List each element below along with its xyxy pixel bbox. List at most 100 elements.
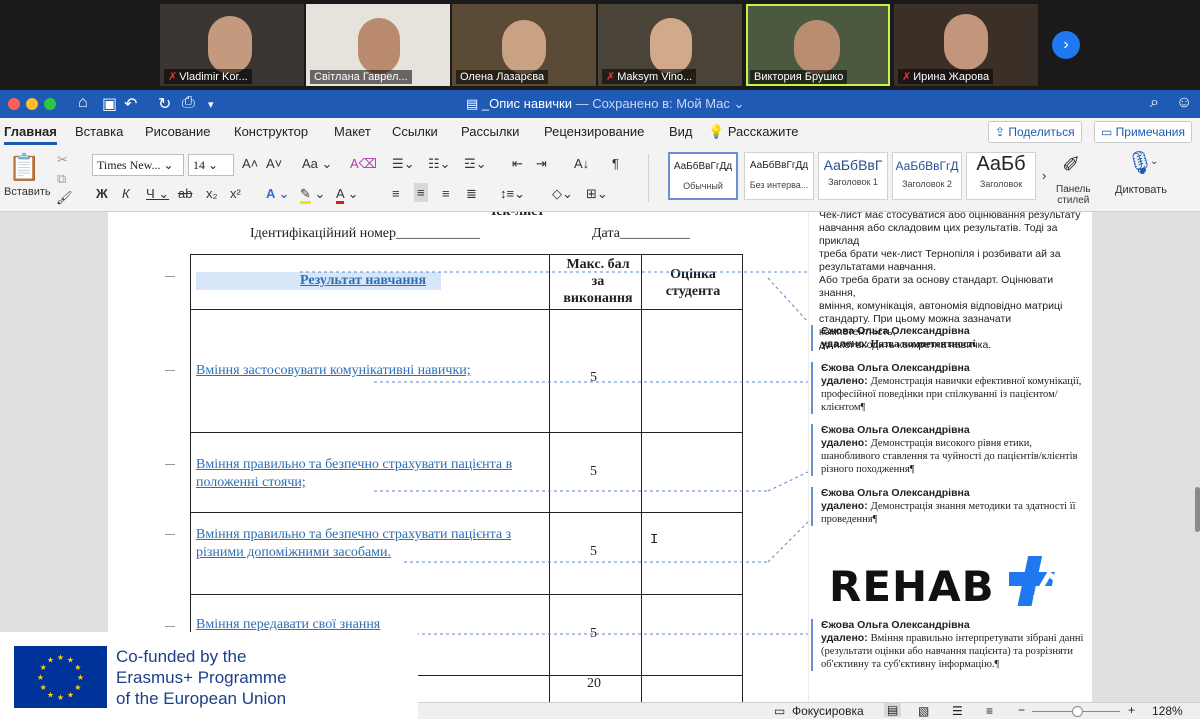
vertical-scrollbar-thumb[interactable] [1195, 487, 1200, 532]
highlight-icon[interactable]: ✎ ⌄ [300, 186, 325, 204]
draft-view-icon[interactable]: ≡ [986, 704, 993, 718]
participant-face [794, 20, 840, 74]
tab-home[interactable]: Главная [4, 124, 57, 145]
clear-formatting-icon[interactable]: A⌫ [350, 156, 377, 172]
paste-icon[interactable]: 📋 [8, 152, 40, 183]
participant-tile-4[interactable]: ✗ Maksym Vino... [598, 4, 742, 86]
document-title[interactable]: ▤ _Опис навички — Сохранено в: Мой Mac ⌄ [466, 96, 744, 112]
tab-view[interactable]: Вид [669, 124, 693, 139]
change-case-icon[interactable]: Aa ⌄ [302, 156, 332, 172]
numbering-icon[interactable]: ☷⌄ [428, 156, 451, 172]
styles-pane-label[interactable]: Панель стилей [1056, 184, 1091, 206]
style-heading-1[interactable]: АаБбВвГ Заголовок 1 [818, 152, 888, 200]
comment-deletion-3[interactable]: Єжова Ольга Олександрівна удалено: Демон… [811, 424, 1087, 476]
customize-toolbar-icon[interactable]: ▾ [208, 98, 214, 111]
text-effects-icon[interactable]: A ⌄ [266, 186, 289, 202]
superscript-button[interactable]: x² [230, 186, 241, 201]
undo-icon[interactable]: ↶ [124, 94, 137, 114]
cut-icon[interactable]: ✂ [57, 152, 68, 168]
decrease-indent-icon[interactable]: ⇤ [512, 156, 523, 172]
eu-star-icon: ★ [57, 653, 64, 662]
comments-button[interactable]: ▭ Примечания [1094, 121, 1192, 143]
search-icon[interactable]: ⌕ [1150, 94, 1159, 112]
font-color-icon[interactable]: A ⌄ [336, 186, 358, 204]
zoom-level[interactable]: 128% [1152, 704, 1183, 718]
participant-tile-1[interactable]: ✗ Vladimir Kor... [160, 4, 304, 86]
comment-deletion-4[interactable]: Єжова Ольга Олександрівна удалено: Демон… [811, 487, 1087, 526]
shrink-font-icon[interactable]: A˅ [266, 156, 282, 171]
styles-pane-icon[interactable]: ✐ [1062, 152, 1080, 178]
account-icon[interactable]: ☺ [1176, 94, 1192, 112]
zoom-out-button[interactable]: − [1018, 703, 1025, 717]
bullets-icon[interactable]: ☰⌄ [392, 156, 415, 172]
zoom-slider-thumb[interactable] [1072, 706, 1083, 717]
comment-icon: ▭ [1101, 125, 1116, 139]
focus-mode-label[interactable]: Фокусировка [792, 704, 864, 718]
subscript-button[interactable]: x₂ [206, 186, 218, 201]
close-window-button[interactable] [8, 98, 20, 110]
eu-star-icon: ★ [47, 656, 54, 665]
comment-deletion-2[interactable]: Єжова Ольга Олександрівна удалено: Демон… [811, 362, 1087, 414]
home-icon[interactable]: ⌂ [78, 94, 88, 112]
comment-connector-lines [300, 271, 808, 635]
participant-name: ✗ Vladimir Kor... [164, 69, 252, 84]
styles-more-chevron-icon[interactable]: › [1042, 168, 1046, 183]
style-title[interactable]: АаБб Заголовок [966, 152, 1036, 200]
style-no-spacing[interactable]: АаБбВвГгДд Без интерва... [744, 152, 814, 200]
font-name-select[interactable]: Times New... ⌄ [92, 154, 184, 176]
print-icon[interactable]: ⎙ [182, 94, 195, 112]
dictate-label[interactable]: Диктовать [1115, 184, 1167, 196]
focus-mode-icon[interactable]: ▭ [774, 704, 785, 718]
document-page[interactable]: Чек-лист Ідентифікаційний номер_________… [108, 212, 808, 702]
increase-indent-icon[interactable]: ⇥ [536, 156, 547, 172]
tab-review[interactable]: Рецензирование [544, 124, 644, 139]
word-doc-icon: ▤ [466, 96, 482, 111]
tab-draw[interactable]: Рисование [145, 124, 210, 139]
zoom-in-button[interactable]: + [1128, 703, 1135, 717]
participant-tile-3[interactable]: Олена Лазарєва [452, 4, 596, 86]
redo-icon[interactable]: ↻ [158, 94, 171, 114]
tab-design[interactable]: Конструктор [234, 124, 308, 139]
strikethrough-button[interactable]: ab [178, 186, 192, 201]
eu-flag: ★ ★ ★ ★ ★ ★ ★ ★ ★ ★ ★ ★ [14, 646, 107, 708]
italic-button[interactable]: К [122, 186, 130, 201]
borders-icon[interactable]: ⊞⌄ [586, 186, 608, 202]
line-spacing-icon[interactable]: ↕≡⌄ [500, 186, 525, 202]
format-painter-icon[interactable]: 🖌 [56, 190, 73, 206]
web-layout-icon[interactable]: ▧ [918, 704, 929, 718]
maximize-window-button[interactable] [44, 98, 56, 110]
pilcrow-icon[interactable]: ¶ [612, 156, 619, 171]
sort-icon[interactable]: A↓ [574, 156, 589, 171]
grow-font-icon[interactable]: A˄ [242, 156, 258, 171]
comment-deletion-1[interactable]: Єжова Ольга Олександрівна удалено: Назва… [811, 325, 1087, 351]
style-heading-2[interactable]: АаБбВвГгД Заголовок 2 [892, 152, 962, 200]
multilevel-list-icon[interactable]: ☲⌄ [464, 156, 487, 172]
print-layout-icon[interactable]: ▤ [884, 703, 902, 717]
participant-tile-6[interactable]: ✗ Ирина Жарова [894, 4, 1038, 86]
participant-tile-2[interactable]: Світлана Гаврел... [306, 4, 450, 86]
shading-icon[interactable]: ◇⌄ [552, 186, 573, 202]
minimize-window-button[interactable] [26, 98, 38, 110]
align-right-icon[interactable]: ≡ [442, 186, 450, 201]
next-participants-button[interactable]: › [1052, 31, 1080, 59]
copy-icon[interactable]: ⧉ [57, 171, 66, 187]
justify-icon[interactable]: ≣ [466, 186, 477, 202]
bold-button[interactable]: Ж [96, 186, 108, 201]
align-left-icon[interactable]: ≡ [392, 186, 400, 201]
save-icon[interactable]: ▣ [102, 94, 117, 114]
align-center-icon[interactable]: ≡ [414, 183, 428, 202]
tab-insert[interactable]: Вставка [75, 124, 123, 139]
dictate-options-chevron-icon[interactable]: ⌄ [1150, 156, 1158, 167]
tab-mailings[interactable]: Рассылки [461, 124, 519, 139]
underline-button[interactable]: Ч ⌄ [146, 186, 169, 202]
tab-layout[interactable]: Макет [334, 124, 371, 139]
share-button[interactable]: ⇪ Поделиться [988, 121, 1082, 143]
font-size-select[interactable]: 14 ⌄ [188, 154, 234, 176]
participant-tile-5[interactable]: Виктория Брушко [746, 4, 890, 86]
participant-name: Виктория Брушко [750, 70, 848, 84]
tab-references[interactable]: Ссылки [392, 124, 438, 139]
comment-deletion-5[interactable]: Єжова Ольга Олександрівна удалено: Вмінн… [811, 619, 1087, 671]
style-normal[interactable]: АаБбВвГгДд Обычный [668, 152, 738, 200]
outline-view-icon[interactable]: ☰ [952, 704, 963, 718]
tell-me-search[interactable]: 💡 Расскажите [708, 124, 798, 140]
